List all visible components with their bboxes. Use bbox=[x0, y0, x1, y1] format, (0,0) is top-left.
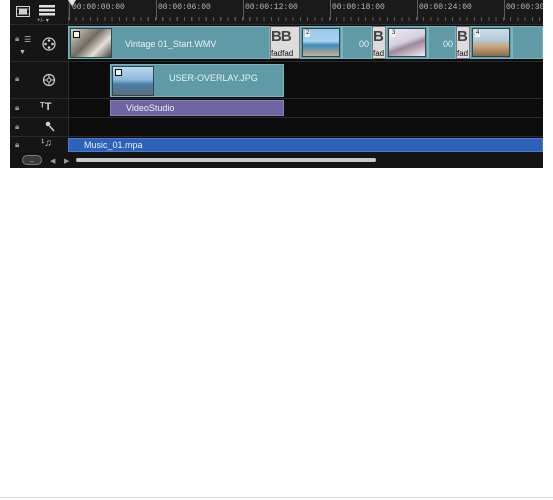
clip-number-badge: 4 bbox=[475, 30, 481, 37]
video-track-icon bbox=[42, 37, 56, 54]
timeline-footer: ↔ ◀ ▶ bbox=[10, 152, 543, 168]
video-clip-label: 00 bbox=[359, 39, 370, 49]
time-ruler[interactable]: 00:00:00:00 00:00:06:00 00:00:12:00 00:0… bbox=[68, 0, 543, 24]
clip-type-badge bbox=[115, 69, 122, 76]
lock-icon[interactable]: 🔒︎ bbox=[15, 34, 19, 44]
scroll-right-icon[interactable]: ▶ bbox=[64, 156, 69, 167]
playhead-marker[interactable] bbox=[68, 0, 76, 10]
ruler-tick bbox=[504, 0, 505, 20]
ruler-label: 00:00:06:00 bbox=[158, 3, 211, 12]
video-clip[interactable]: 00 bbox=[342, 26, 372, 59]
video-clip[interactable]: Vintage 01_Start.WMV bbox=[68, 26, 270, 59]
overlay-track: 🔒︎ USER-OVERLAY.JPG bbox=[10, 62, 543, 99]
track-options-arrow-icon[interactable]: ▼ bbox=[19, 47, 26, 58]
ruler-label: 00:00:30:00 bbox=[506, 3, 543, 12]
lock-icon[interactable]: 🔒︎ bbox=[15, 74, 19, 84]
ruler-label: 00:00:12:00 bbox=[245, 3, 298, 12]
title-clip-label: VideoStudio bbox=[126, 103, 175, 113]
transition-art: B bbox=[457, 28, 468, 45]
transition-label: fadfad bbox=[271, 49, 294, 58]
transition-art: BB bbox=[271, 28, 292, 45]
clip-type-badge bbox=[73, 31, 80, 38]
horizontal-scrollbar[interactable] bbox=[76, 158, 376, 162]
scrollbar-thumb[interactable] bbox=[76, 158, 376, 162]
transition-label: fad bbox=[457, 49, 469, 58]
voice-track-icon bbox=[44, 121, 56, 135]
transition[interactable]: BB fadfad bbox=[270, 26, 300, 59]
voice-track-header: 🔒︎ bbox=[10, 118, 69, 136]
ruler-tick bbox=[156, 0, 157, 20]
timeline-header: +/- ▾ 00:00:00:00 00:00:06:00 00:00:12:0… bbox=[10, 0, 543, 25]
ruler-label: 00:00:00:00 bbox=[72, 3, 125, 12]
image-clip[interactable]: 3 bbox=[386, 26, 428, 59]
ripple-edit-icon[interactable]: ☰ bbox=[24, 34, 31, 45]
music-track-header: 🔒︎ ¹♫ bbox=[10, 137, 69, 152]
overlay-track-icon bbox=[42, 73, 56, 90]
video-track: 🔒︎ ☰ ▼ Vintage 01_Start.WMV BB fadfad 2 … bbox=[10, 25, 543, 62]
title-track-icon: ᵀT bbox=[40, 101, 52, 113]
transition-art: B bbox=[373, 28, 384, 45]
music-clip[interactable]: Music_01.mpa bbox=[68, 138, 543, 152]
lock-icon[interactable]: 🔒︎ bbox=[15, 140, 19, 150]
scroll-left-icon[interactable]: ◀ bbox=[50, 156, 55, 167]
transition[interactable]: B fad bbox=[372, 26, 386, 59]
clip-number-badge: 2 bbox=[305, 30, 311, 37]
image-clip[interactable]: 2 bbox=[300, 26, 342, 59]
fit-to-window-icon[interactable]: ↔ bbox=[22, 155, 42, 168]
view-switcher: +/- ▾ bbox=[10, 0, 69, 24]
page-bottom-rule bbox=[0, 497, 553, 498]
lock-icon[interactable]: 🔒︎ bbox=[15, 103, 19, 113]
storyboard-view-icon[interactable] bbox=[16, 6, 30, 20]
overlay-track-header: 🔒︎ bbox=[10, 62, 69, 98]
video-track-header: 🔒︎ ☰ ▼ bbox=[10, 25, 69, 61]
video-clip-label: Vintage 01_Start.WMV bbox=[125, 39, 217, 49]
lock-icon[interactable]: 🔒︎ bbox=[15, 122, 19, 132]
video-clip-label: 00 bbox=[443, 39, 454, 49]
voice-track: 🔒︎ bbox=[10, 118, 543, 137]
timeline-panel: +/- ▾ 00:00:00:00 00:00:06:00 00:00:12:0… bbox=[10, 0, 543, 168]
ruler-minor-ticks bbox=[68, 17, 543, 21]
transition[interactable]: B fad bbox=[456, 26, 470, 59]
title-clip[interactable]: VideoStudio bbox=[110, 100, 284, 116]
music-clip-label: Music_01.mpa bbox=[84, 140, 143, 150]
ruler-tick bbox=[330, 0, 331, 20]
music-track: 🔒︎ ¹♫ Music_01.mpa bbox=[10, 137, 543, 152]
ruler-label: 00:00:24:00 bbox=[419, 3, 472, 12]
title-track: 🔒︎ ᵀT VideoStudio bbox=[10, 99, 543, 118]
ruler-label: 00:00:18:00 bbox=[332, 3, 385, 12]
ruler-tick bbox=[417, 0, 418, 20]
title-track-header: 🔒︎ ᵀT bbox=[10, 99, 69, 117]
overlay-clip[interactable]: USER-OVERLAY.JPG bbox=[110, 64, 284, 97]
video-clip[interactable]: 00 bbox=[428, 26, 456, 59]
image-clip[interactable]: 4 bbox=[470, 26, 512, 59]
ruler-tick bbox=[243, 0, 244, 20]
music-track-icon: ¹♫ bbox=[41, 138, 52, 149]
transition-label: fad bbox=[373, 49, 385, 58]
svg-text:↔: ↔ bbox=[29, 159, 35, 165]
clip-number-badge: 3 bbox=[391, 30, 397, 37]
video-clip[interactable] bbox=[512, 26, 543, 59]
overlay-clip-label: USER-OVERLAY.JPG bbox=[169, 73, 258, 83]
